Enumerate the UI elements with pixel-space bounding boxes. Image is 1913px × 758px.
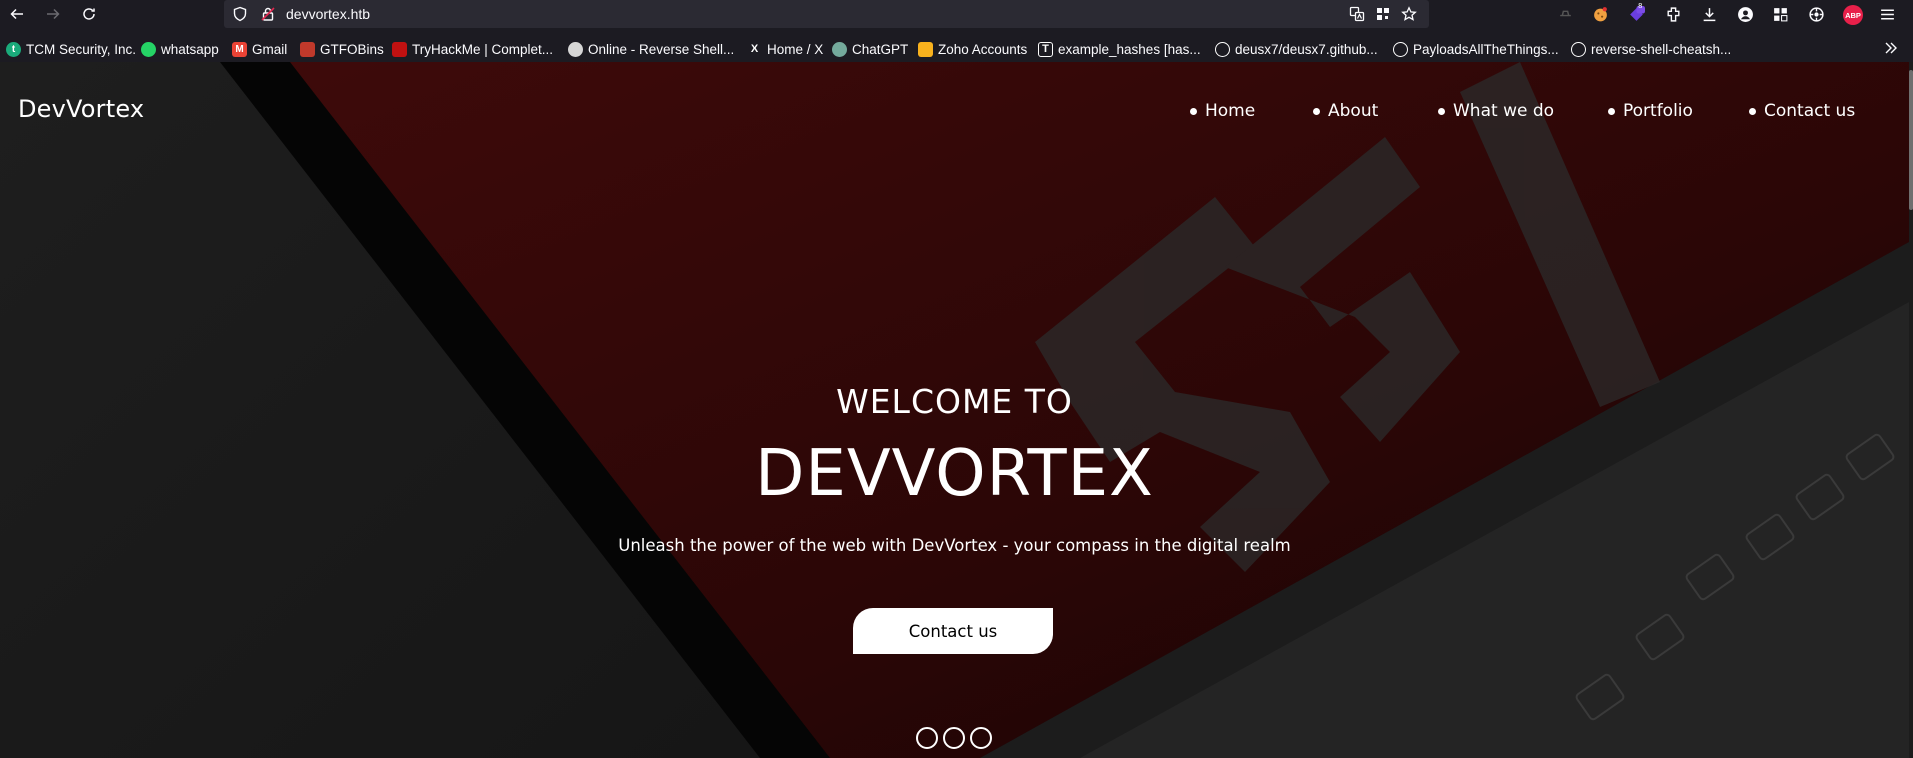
carousel-dot-2[interactable] <box>943 727 965 749</box>
nav-link-label: Home <box>1205 101 1256 121</box>
bookmark-label: reverse-shell-cheatsh... <box>1591 41 1732 57</box>
bookmark-label: Zoho Accounts <box>938 41 1028 57</box>
page-scrollbar[interactable] <box>1909 62 1913 758</box>
nav-link-label: About <box>1328 101 1379 121</box>
bookmarks-overflow-chevron-icon[interactable] <box>1883 40 1901 58</box>
nav-bullet-icon <box>1438 107 1445 115</box>
reload-icon <box>83 8 95 20</box>
insecure-lock-icon[interactable] <box>260 6 276 22</box>
adblock-plus-icon[interactable]: ABP <box>1843 5 1863 25</box>
carousel-dot-1[interactable] <box>916 727 938 749</box>
nav-link-label: Portfolio <box>1623 101 1693 121</box>
arrow-right-icon <box>47 8 60 20</box>
hashcat-icon: T <box>1038 41 1053 57</box>
chatgpt-icon <box>832 41 847 57</box>
adblock-plus-label: ABP <box>1845 10 1861 20</box>
site-brand-logo[interactable]: DevVortex <box>18 95 144 123</box>
globe-icon <box>1393 41 1408 57</box>
bookmark-item[interactable]: Texample_hashes [has... <box>1038 39 1201 59</box>
bookmark-label: TryHackMe | Complet... <box>412 41 554 57</box>
nav-link-home[interactable]: Home <box>1190 99 1255 123</box>
incognito-extension-icon[interactable] <box>1556 5 1574 23</box>
bookmarks-toolbar: t TCM Security, Inc. whatsapp M Gmail GTFOBin… <box>0 36 1913 62</box>
bookmark-star-icon[interactable] <box>1401 6 1417 22</box>
github-icon <box>1215 41 1230 57</box>
nav-link-what-we-do[interactable]: What we do <box>1438 99 1554 123</box>
reload-button[interactable] <box>77 3 101 25</box>
hero-tagline: Unleash the power of the web with DevVor… <box>618 536 1291 555</box>
account-icon[interactable] <box>1736 5 1754 23</box>
nav-bullet-icon <box>1608 107 1615 115</box>
bookmark-item[interactable]: Zoho Accounts <box>918 39 1027 59</box>
bookmark-label: ChatGPT <box>852 41 909 57</box>
bookmark-item[interactable]: GTFOBins <box>300 39 384 59</box>
gtfobins-icon <box>300 41 315 57</box>
nav-link-about[interactable]: About <box>1313 99 1378 123</box>
globe-icon <box>1571 41 1586 57</box>
url-bar[interactable]: devvortex.htb <box>224 0 1429 28</box>
back-button[interactable] <box>5 3 29 25</box>
shield-icon[interactable] <box>232 6 248 22</box>
url-text[interactable]: devvortex.htb <box>286 6 370 22</box>
tcm-icon: t <box>6 41 21 57</box>
bookmark-label: deusx7/deusx7.github... <box>1235 41 1378 57</box>
bookmark-item[interactable]: M Gmail <box>232 39 287 59</box>
contact-us-button[interactable]: Contact us <box>853 608 1053 654</box>
bookmark-item[interactable]: t TCM Security, Inc. <box>6 39 136 59</box>
nav-bullet-icon <box>1313 107 1320 115</box>
bookmark-item[interactable]: deusx7/deusx7.github... <box>1215 39 1378 59</box>
page-scrollbar-thumb[interactable] <box>1909 70 1913 210</box>
zoho-icon <box>918 41 933 57</box>
bookmark-label: Gmail <box>252 41 288 57</box>
skull-icon <box>568 41 583 57</box>
download-icon[interactable] <box>1700 5 1718 23</box>
x-icon: X <box>750 43 759 55</box>
carousel-dot-3[interactable] <box>970 727 992 749</box>
grid-extension-icon[interactable] <box>1771 5 1789 23</box>
proxy-extension-icon[interactable] <box>1807 5 1825 23</box>
bookmark-item[interactable]: PayloadsAllTheThings... <box>1393 39 1559 59</box>
extensions-share-icon[interactable] <box>1664 5 1682 23</box>
bookmark-label: example_hashes [has... <box>1058 41 1201 57</box>
nav-link-portfolio[interactable]: Portfolio <box>1608 99 1693 123</box>
bookmark-label: Online - Reverse Shell... <box>588 41 735 57</box>
bookmark-item[interactable]: ChatGPT <box>832 39 908 59</box>
forward-button[interactable] <box>41 3 65 25</box>
nav-link-contact-us[interactable]: Contact us <box>1749 99 1855 123</box>
tryhackme-icon <box>392 41 407 57</box>
arrow-left-icon <box>10 8 23 20</box>
translate-icon[interactable] <box>1349 6 1365 22</box>
extension-badge-count: 8 <box>1638 2 1643 10</box>
hamburger-menu-icon[interactable] <box>1878 5 1896 23</box>
gmail-icon: M <box>232 41 247 57</box>
bookmark-label: GTFOBins <box>320 41 384 57</box>
whatsapp-icon <box>141 41 156 57</box>
bookmark-item[interactable]: Online - Reverse Shell... <box>568 39 734 59</box>
browser-toolbar: devvortex.htb 8 ABP <box>0 0 1913 29</box>
nav-bullet-icon <box>1190 107 1197 115</box>
hero-welcome-text: WELCOME TO <box>836 382 1073 421</box>
bookmark-label: PayloadsAllTheThings... <box>1413 41 1559 57</box>
page-viewport: DevVortex Home About What we do Portfoli… <box>0 62 1909 758</box>
bookmark-label: whatsapp <box>161 41 219 57</box>
bookmark-item[interactable]: whatsapp <box>141 39 219 59</box>
cookie-extension-icon[interactable] <box>1591 5 1609 23</box>
carousel-indicators <box>916 727 992 749</box>
hero-title: DEVVORTEX <box>755 437 1154 511</box>
nav-link-label: What we do <box>1453 101 1555 121</box>
bookmark-item[interactable]: reverse-shell-cheatsh... <box>1571 39 1731 59</box>
bookmark-item[interactable]: TryHackMe | Complet... <box>392 39 553 59</box>
qr-code-icon[interactable] <box>1375 6 1391 22</box>
extension-badge-icon[interactable]: 8 <box>1627 2 1645 23</box>
bookmark-label: TCM Security, Inc. <box>26 41 137 57</box>
bookmark-label: Home / X <box>767 41 824 57</box>
bookmark-item[interactable]: X Home / X <box>747 39 823 59</box>
nav-bullet-icon <box>1749 107 1756 115</box>
nav-link-label: Contact us <box>1764 101 1856 121</box>
